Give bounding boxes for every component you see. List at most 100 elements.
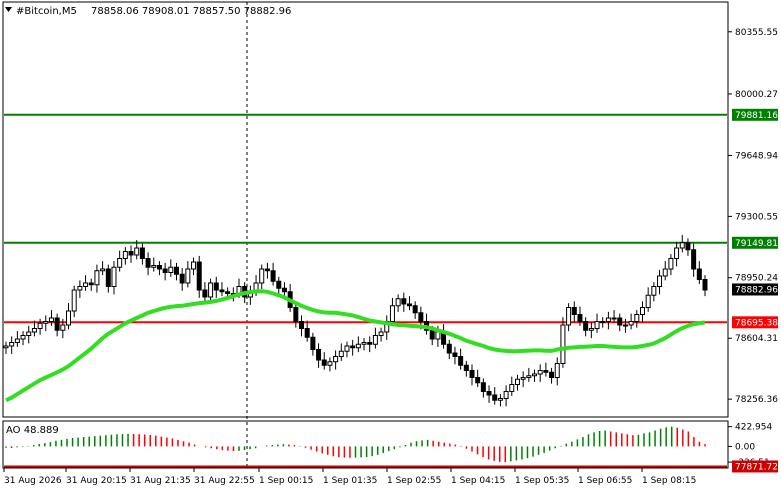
candle-body (469, 370, 475, 378)
candle-body (622, 324, 628, 327)
candle-body (463, 364, 469, 371)
price-level-label: 77871.72 (735, 462, 778, 472)
candle-body (696, 268, 702, 280)
candle-body (321, 359, 327, 366)
candle-body (105, 268, 111, 287)
candle-body (173, 266, 179, 275)
price-panel[interactable] (2, 1, 729, 418)
candle-body (26, 331, 32, 336)
candle-body (389, 305, 395, 322)
symbol-title: #Bitcoin,M5 (16, 6, 77, 17)
candle-body (219, 289, 225, 293)
candle-body (139, 247, 145, 259)
time-tick-label: 31 Aug 2026 (4, 476, 62, 486)
price-tick-label: 80355.55 (735, 28, 778, 38)
price-level-label: 79149.81 (735, 239, 778, 249)
candle-body (634, 314, 640, 322)
level-labels: 79881.16 79149.81 78695.38 77871.72 78882.96 (732, 108, 778, 473)
candle-body (605, 317, 611, 322)
candle-body (134, 247, 140, 256)
candle-body (327, 361, 333, 366)
candle-body (299, 321, 305, 329)
candle-body (412, 305, 418, 314)
candle-body (560, 324, 566, 364)
candle-body (532, 373, 538, 377)
candle-body (406, 303, 412, 307)
current-price-label: 78882.96 (735, 285, 778, 295)
candle-body (657, 275, 663, 287)
candle-body (446, 343, 452, 354)
candle-body (418, 312, 424, 322)
candle-body (117, 258, 123, 268)
time-tick-label: 1 Sep 04:15 (451, 476, 505, 486)
candle-body (691, 249, 697, 270)
candle-body (503, 391, 509, 399)
candle-body (122, 251, 128, 259)
candle-body (191, 261, 197, 270)
time-tick-label: 1 Sep 05:35 (515, 476, 569, 486)
candle-body (645, 294, 651, 308)
candle-body (83, 282, 89, 287)
ao-tick-label: 0.00 (735, 442, 755, 452)
candle-body (594, 321, 600, 329)
candle-body (509, 384, 515, 392)
candle-body (554, 363, 560, 378)
candle-body (537, 370, 543, 375)
candle-body (20, 335, 26, 340)
candle-body (651, 286, 657, 296)
candle-body (514, 378, 520, 385)
candle-body (88, 282, 94, 286)
candle-body (60, 324, 66, 331)
candle-body (685, 242, 691, 251)
candle-body (3, 345, 9, 349)
price-tick-label: 78604.31 (735, 334, 778, 344)
candle-body (429, 329, 435, 340)
candle-body (145, 258, 151, 268)
candle-body (213, 282, 219, 291)
time-axis: 31 Aug 2026 31 Aug 20:15 31 Aug 21:35 31 Au… (3, 468, 696, 486)
price-level-label: 79881.16 (735, 111, 778, 121)
candle-body (395, 298, 401, 307)
candle-body (355, 343, 361, 349)
candle-body (270, 270, 276, 282)
candle-body (162, 268, 168, 273)
price-level-label: 78695.38 (735, 318, 778, 328)
candle-body (168, 266, 174, 273)
candle-body (549, 371, 555, 378)
candle-body (497, 398, 503, 401)
candle-body (435, 331, 441, 340)
candle-body (611, 317, 617, 320)
time-tick-label: 1 Sep 02:55 (387, 476, 441, 486)
time-tick-label: 1 Sep 01:35 (323, 476, 377, 486)
candle-body (71, 289, 77, 312)
candle-body (264, 268, 270, 272)
time-tick-label: 31 Aug 21:35 (130, 476, 191, 486)
candle-body (208, 282, 214, 298)
candle-body (679, 242, 685, 249)
candle-body (202, 289, 208, 298)
price-tick-label: 80000.27 (735, 90, 778, 100)
candle-body (702, 279, 708, 291)
candle-body (225, 291, 231, 294)
candle-body (259, 268, 265, 284)
candle-body (367, 342, 373, 345)
candle-body (338, 350, 344, 357)
candle-body (293, 307, 299, 322)
candle-body (77, 286, 83, 291)
candle-body (37, 322, 43, 329)
candle-body (185, 268, 191, 284)
candle-body (304, 328, 310, 338)
chart-window[interactable]: 80355.55 80000.27 79648.94 79300.55 78950.24… (0, 0, 781, 489)
candle-body (668, 258, 674, 270)
candle-body (475, 377, 481, 384)
candle-body (9, 342, 15, 347)
price-axis: 80355.55 80000.27 79648.94 79300.55 78950.24… (728, 28, 778, 405)
price-tick-label: 78950.24 (735, 274, 778, 284)
candle-body (372, 335, 378, 345)
candle-body (310, 336, 316, 350)
ao-tick-label: 422.954 (735, 423, 772, 433)
candle-body (492, 394, 498, 401)
price-tick-label: 78256.36 (735, 395, 778, 405)
candle-body (333, 356, 339, 363)
candle-body (588, 328, 594, 331)
